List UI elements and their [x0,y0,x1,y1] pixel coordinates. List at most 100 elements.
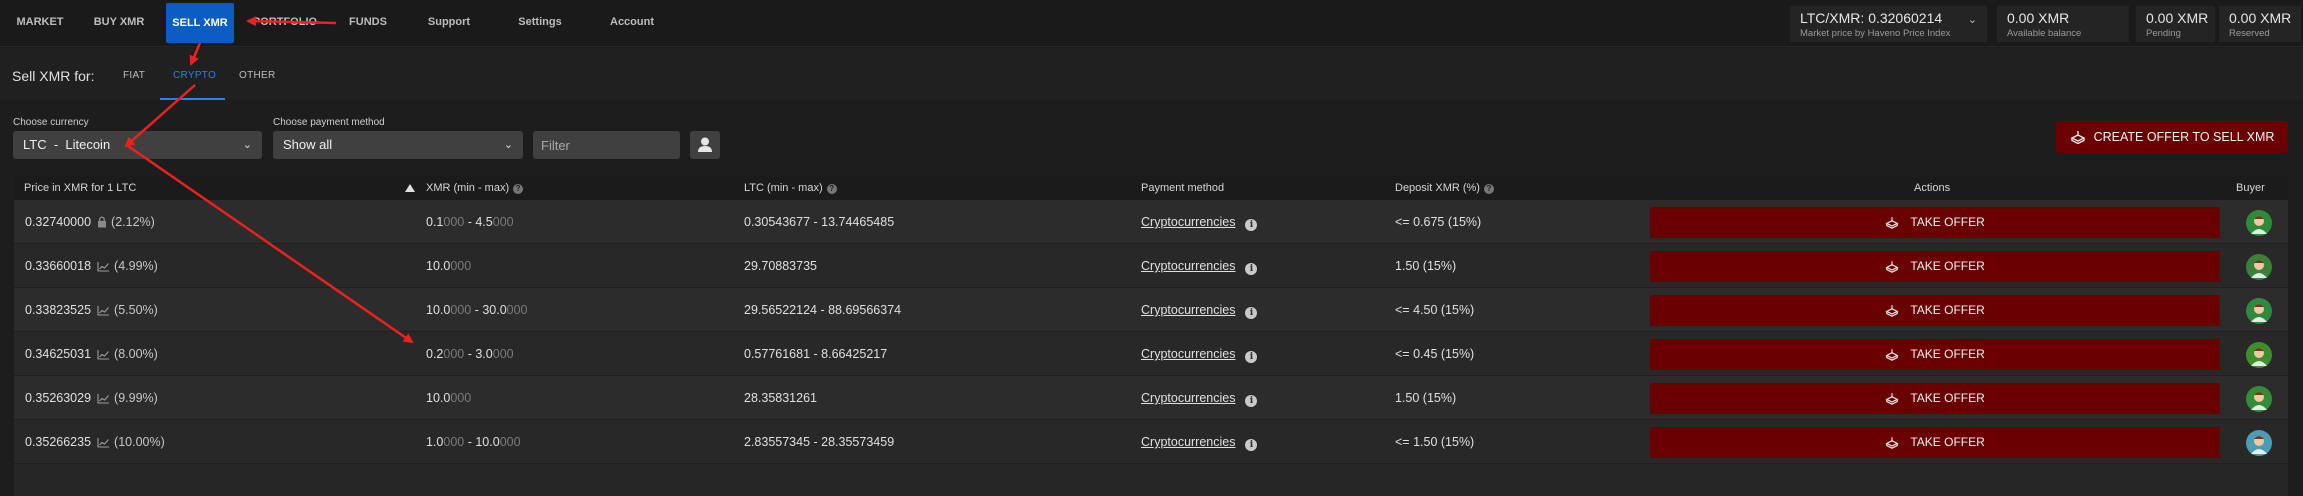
nav-buy-xmr[interactable]: BUY XMR [90,0,148,45]
filter-input[interactable] [533,131,680,159]
take-offer-button[interactable]: TAKE OFFER [1650,427,2220,458]
chart-icon [97,394,110,404]
xmr-min-trailing: 000 [443,347,465,361]
payment-method-value: Show all [283,137,333,152]
payment-method-link[interactable]: Cryptocurrencies [1141,259,1235,273]
ltc-amount-cell: 0.57761681 - 8.66425217 [744,347,888,361]
currency-select[interactable]: LTC - Litecoin ⌄ [13,131,262,159]
xmr-amount-cell: 10.0000 [426,376,471,420]
buyer-avatar[interactable] [2246,386,2272,412]
nav-settings[interactable]: Settings [516,0,564,45]
ltc-amount-cell: 28.35831261 [744,391,817,405]
reserved-balance-value: 0.00 XMR [2229,10,2292,26]
price-value: 0.32740000 [25,215,92,229]
payment-method-cell: Cryptocurrencies i [1141,244,1258,288]
help-icon: ? [513,184,524,194]
price-value: 0.33660018 [25,259,92,273]
payment-method-link[interactable]: Cryptocurrencies [1141,391,1235,405]
nav-funds[interactable]: FUNDS [346,0,390,45]
nav-portfolio[interactable]: PORTFOLIO [250,0,320,45]
take-offer-label: TAKE OFFER [1910,435,1985,449]
market-price-selector[interactable]: LTC/XMR: 0.32060214 Market price by Have… [1790,6,1987,42]
pending-balance-label: Pending [2146,28,2181,39]
xmr-max-trailing: 000 [492,347,514,361]
available-balance: 0.00 XMR Available balance [1997,6,2129,42]
table-row: 0.33660018 (4.99%) 10.0000 29.70883735 Crypt… [14,244,2288,288]
xmr-separator: - [464,435,476,449]
nav-market[interactable]: MARKET [14,0,66,45]
buyer-avatar[interactable] [2246,254,2272,280]
pending-balance: 0.00 XMR Pending [2136,6,2215,42]
info-icon[interactable]: i [1245,307,1258,319]
market-price-value: LTC/XMR: 0.32060214 [1800,10,1943,26]
header-price[interactable]: Price in XMR for 1 LTC [24,176,136,200]
chart-icon [97,306,110,316]
take-offer-button[interactable]: TAKE OFFER [1650,383,2220,414]
header-xmr-label: XMR (min - max) [426,182,510,194]
xmr-max: 3.0 [475,347,493,361]
table-row: 0.35263029 (9.99%) 10.0000 28.35831261 Crypt… [14,376,2288,420]
header-deposit[interactable]: Deposit XMR (%)? [1395,176,1494,200]
price-deviation: (9.99%) [114,391,158,405]
payment-method-link[interactable]: Cryptocurrencies [1141,215,1235,229]
user-filter-button[interactable] [690,131,720,159]
info-icon[interactable]: i [1245,263,1258,275]
avatar-icon [2251,216,2267,234]
xmr-min-trailing: 000 [450,391,472,405]
payment-method-link[interactable]: Cryptocurrencies [1141,435,1235,449]
payment-method-link[interactable]: Cryptocurrencies [1141,303,1235,317]
buyer-avatar[interactable] [2246,342,2272,368]
xmr-min-trailing: 000 [450,259,472,273]
xmr-amount-cell: 0.1000 - 4.5000 [426,200,514,244]
info-icon[interactable]: i [1245,351,1258,363]
take-offer-button[interactable]: TAKE OFFER [1650,207,2220,238]
price-value: 0.34625031 [25,347,92,361]
nav-support[interactable]: Support [426,0,472,45]
xmr-separator: - [471,303,483,317]
table-header: Price in XMR for 1 LTC XMR (min - max)? … [14,176,2288,200]
chart-icon [97,350,110,360]
tab-crypto[interactable]: CRYPTO [173,70,216,81]
reserved-balance: 0.00 XMR Reserved [2219,6,2301,42]
nav-account[interactable]: Account [608,0,656,45]
tab-fiat[interactable]: FIAT [123,70,145,81]
header-deposit-label: Deposit XMR (%) [1395,182,1480,194]
info-icon[interactable]: i [1245,219,1258,231]
currency-label: Choose currency [13,117,89,128]
xmr-max-trailing: 000 [492,215,514,229]
xmr-min-trailing: 000 [443,215,465,229]
tab-other[interactable]: OTHER [239,70,276,81]
take-offer-label: TAKE OFFER [1910,259,1985,273]
price-cell: 0.35263029 (9.99%) [25,376,158,420]
sort-ascending-icon[interactable] [405,184,415,192]
active-tab-indicator [160,98,225,100]
chevron-down-icon: ⌄ [242,139,252,151]
take-offer-label: TAKE OFFER [1910,303,1985,317]
header-xmr[interactable]: XMR (min - max)? [426,176,524,200]
info-icon[interactable]: i [1245,395,1258,407]
take-offer-button[interactable]: TAKE OFFER [1650,251,2220,282]
take-offer-icon [1885,261,1899,273]
xmr-amount-cell: 1.0000 - 10.0000 [426,420,521,464]
header-payment[interactable]: Payment method [1141,176,1224,200]
avatar-icon [2251,392,2267,410]
take-offer-button[interactable]: TAKE OFFER [1650,339,2220,370]
take-offer-label: TAKE OFFER [1910,347,1985,361]
buyer-avatar[interactable] [2246,298,2272,324]
market-price-source: Market price by Haveno Price Index [1800,28,1951,39]
pending-balance-value: 0.00 XMR [2146,10,2209,26]
buyer-avatar[interactable] [2246,210,2272,236]
create-offer-button[interactable]: CREATE OFFER TO SELL XMR [2056,121,2288,153]
buyer-avatar[interactable] [2246,430,2272,456]
payment-method-link[interactable]: Cryptocurrencies [1141,347,1235,361]
info-icon[interactable]: i [1245,439,1258,451]
payment-method-label: Choose payment method [273,117,385,128]
xmr-amount-cell: 10.0000 [426,244,471,288]
nav-sell-xmr[interactable]: SELL XMR [166,3,234,43]
payment-method-select[interactable]: Show all ⌄ [273,131,523,159]
ltc-amount-cell: 0.30543677 - 13.74465485 [744,215,895,229]
create-offer-icon [2070,131,2086,145]
header-ltc[interactable]: LTC (min - max)? [744,176,837,200]
take-offer-button[interactable]: TAKE OFFER [1650,295,2220,326]
deposit-cell: <= 1.50 (15%) [1395,435,1475,449]
